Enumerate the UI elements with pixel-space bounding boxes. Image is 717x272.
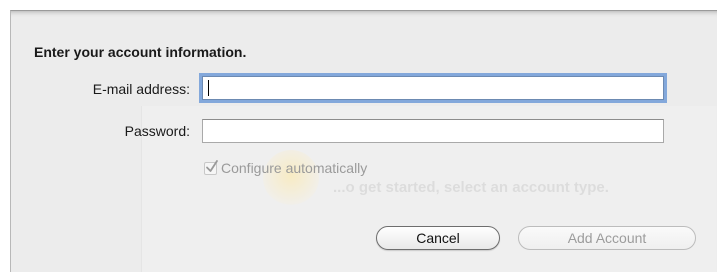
background-hint-text: ...o get started, select an account type…: [333, 179, 609, 196]
configure-automatically-option[interactable]: Configure automatically: [204, 159, 368, 176]
cancel-button[interactable]: Cancel: [376, 226, 500, 250]
email-label: E-mail address:: [92, 81, 190, 97]
password-field[interactable]: [202, 119, 664, 143]
dialog-heading: Enter your account information.: [34, 44, 247, 60]
configure-automatically-checkbox[interactable]: [204, 159, 218, 175]
checkmark-icon: [206, 159, 218, 172]
account-type-icon: [263, 150, 319, 206]
add-account-button[interactable]: Add Account: [518, 226, 696, 250]
email-field[interactable]: [202, 76, 664, 100]
text-cursor: [208, 80, 209, 96]
password-label: Password:: [124, 123, 190, 139]
configure-automatically-label: Configure automatically: [221, 160, 368, 176]
